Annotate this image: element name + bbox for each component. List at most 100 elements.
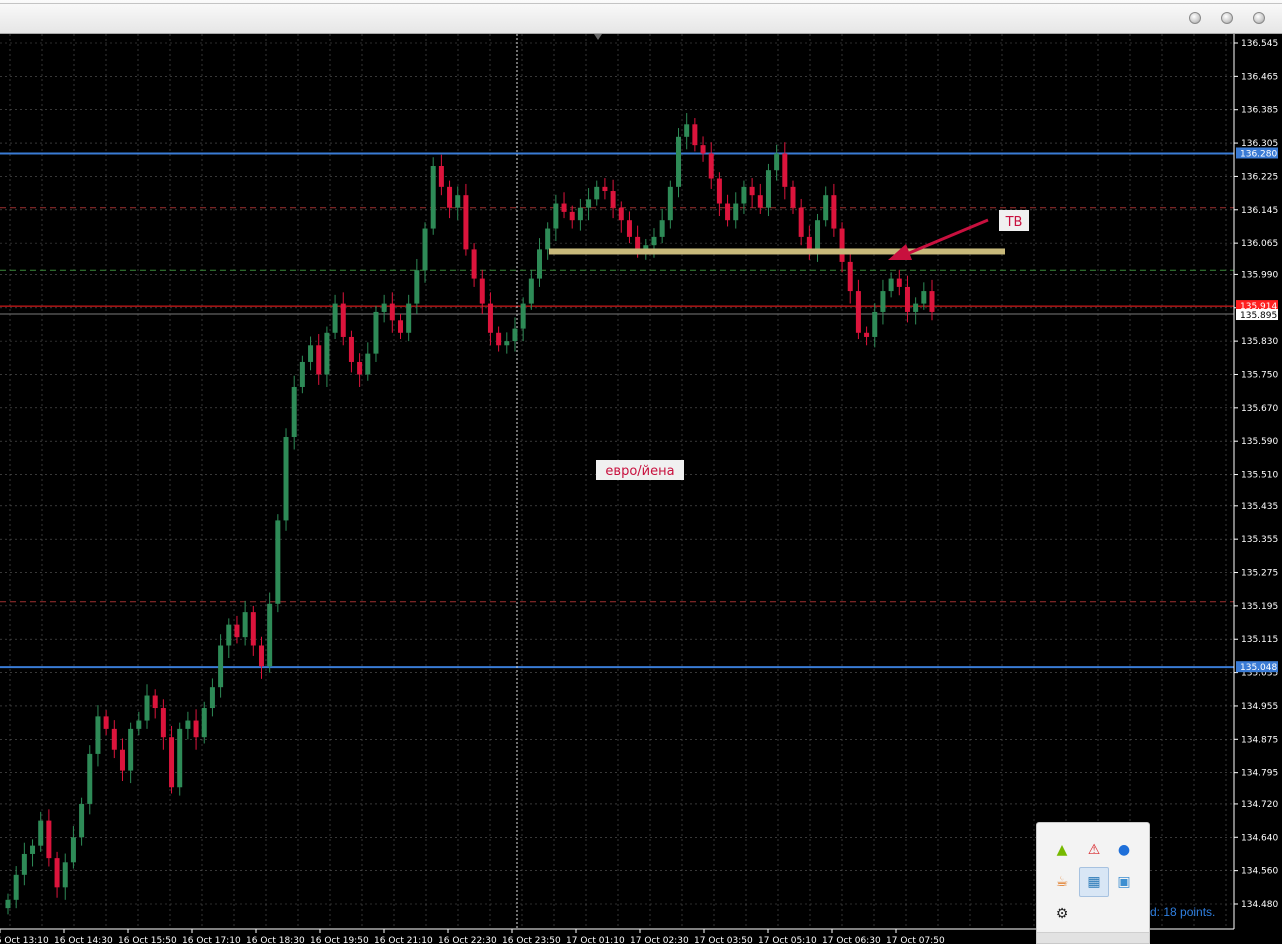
candle-body [119, 749, 125, 771]
java-icon[interactable]: ☕ [1049, 869, 1075, 895]
time-tick-label: 16 Oct 22:30 [438, 936, 497, 944]
alert-icon[interactable]: ⚠ [1081, 837, 1107, 863]
candle-body [46, 820, 52, 859]
candle-body [340, 303, 346, 337]
candle-body [128, 728, 134, 771]
candle-body [316, 345, 322, 375]
candle-body [160, 708, 166, 738]
price-tick-label: 135.275 [1241, 569, 1278, 579]
candle-body [823, 195, 829, 221]
candle-body [913, 303, 919, 312]
candle-body [667, 186, 673, 221]
price-tick-label: 136.225 [1241, 172, 1278, 182]
price-tick-label: 135.750 [1241, 370, 1278, 380]
price-tick-label: 136.065 [1241, 239, 1278, 249]
horizontal-levels [0, 152, 1234, 669]
candle-body [275, 520, 281, 604]
selected-app-icon[interactable]: ▦ [1079, 867, 1109, 897]
time-tick-label: 16 Oct 21:10 [374, 936, 433, 944]
candle-body [545, 228, 551, 250]
price-tick-label: 135.115 [1241, 635, 1278, 645]
candle-body [111, 728, 117, 750]
price-tick-label: 136.465 [1241, 72, 1278, 82]
price-chart[interactable]: 136.545136.465136.385136.305136.225136.1… [0, 34, 1282, 944]
level-price-tag-label: 135.048 [1240, 663, 1277, 673]
candle-body [602, 186, 608, 192]
candle-body [586, 199, 592, 208]
candle-body [692, 124, 698, 146]
candle-body [626, 220, 632, 237]
price-tick-label: 135.590 [1241, 437, 1278, 447]
candle-body [733, 203, 739, 221]
candle-body [381, 303, 387, 312]
time-tick-label: 16 Oct 13:10 [0, 936, 49, 944]
status-text: d: 18 points. [1150, 905, 1216, 919]
time-tick-label: 17 Oct 07:50 [886, 936, 945, 944]
candle-body [70, 837, 76, 863]
candle-body [193, 720, 199, 738]
candle-body [774, 153, 780, 171]
close-button[interactable] [1253, 12, 1265, 24]
candle-body [406, 303, 412, 333]
nvidia-icon[interactable]: ▲ [1049, 837, 1075, 863]
candle-body [152, 695, 158, 709]
candle-body [422, 228, 428, 271]
time-axis: 16 Oct 13:10 16 Oct 14:30 16 Oct 15:50 16 O… [0, 34, 1234, 944]
time-tick-label: 17 Oct 02:30 [630, 936, 689, 944]
candle-body [757, 195, 763, 208]
candle-body [782, 153, 788, 187]
price-tick-label: 134.560 [1241, 867, 1278, 877]
candle-body [815, 220, 821, 250]
time-tick-label: 16 Oct 15:50 [118, 936, 177, 944]
candle-body [528, 278, 534, 304]
price-tick-label: 136.545 [1241, 39, 1278, 49]
candle-body [79, 803, 85, 838]
candle-body [455, 195, 461, 208]
candle-body [201, 708, 207, 738]
candle-body [520, 303, 526, 329]
candle-body [463, 195, 469, 250]
candle-body [684, 124, 690, 137]
candle-body [790, 186, 796, 208]
candle-body [716, 178, 722, 204]
candle-body [561, 203, 567, 212]
candle-body [291, 386, 297, 438]
resistance-zone [549, 248, 1005, 255]
candle-body [332, 303, 338, 333]
candle-body [169, 737, 175, 788]
candle-body [487, 303, 493, 333]
candle-body [430, 166, 436, 229]
monitor-icon[interactable]: ▣ [1111, 869, 1137, 895]
candle-body [651, 236, 657, 246]
candle-body [283, 437, 289, 521]
network-icon[interactable]: ● [1111, 837, 1137, 863]
price-tick-label: 135.435 [1241, 502, 1278, 512]
candle-body [577, 207, 583, 221]
candle-body [258, 645, 264, 667]
price-tick-label: 135.670 [1241, 404, 1278, 414]
minimize-button[interactable] [1189, 12, 1201, 24]
candle-body [5, 899, 11, 909]
candle-body [308, 345, 314, 362]
wrench-icon[interactable]: ⚙ [1049, 901, 1075, 927]
candle-body [38, 820, 44, 846]
price-tick-label: 136.145 [1241, 206, 1278, 216]
system-tray-popup: ▲ ⚠ ● ☕ ▦ ▣ ⚙ [1036, 822, 1150, 944]
candle-body [250, 612, 256, 646]
candle-body [553, 203, 559, 229]
candle-body [896, 278, 902, 287]
candle-body [831, 195, 837, 229]
candle-body [185, 720, 191, 729]
candle-body [177, 728, 183, 788]
candle-body [30, 845, 36, 854]
candle-body [479, 278, 485, 304]
candle-body [765, 170, 771, 208]
candle-body [749, 186, 755, 196]
candle-body [839, 228, 845, 262]
candle-body [864, 332, 870, 337]
annotation-label: ТВ [1005, 215, 1023, 230]
maximize-button[interactable] [1221, 12, 1233, 24]
price-tick-label: 135.355 [1241, 535, 1278, 545]
chart-grid [0, 34, 1234, 929]
candle-body [512, 328, 518, 342]
